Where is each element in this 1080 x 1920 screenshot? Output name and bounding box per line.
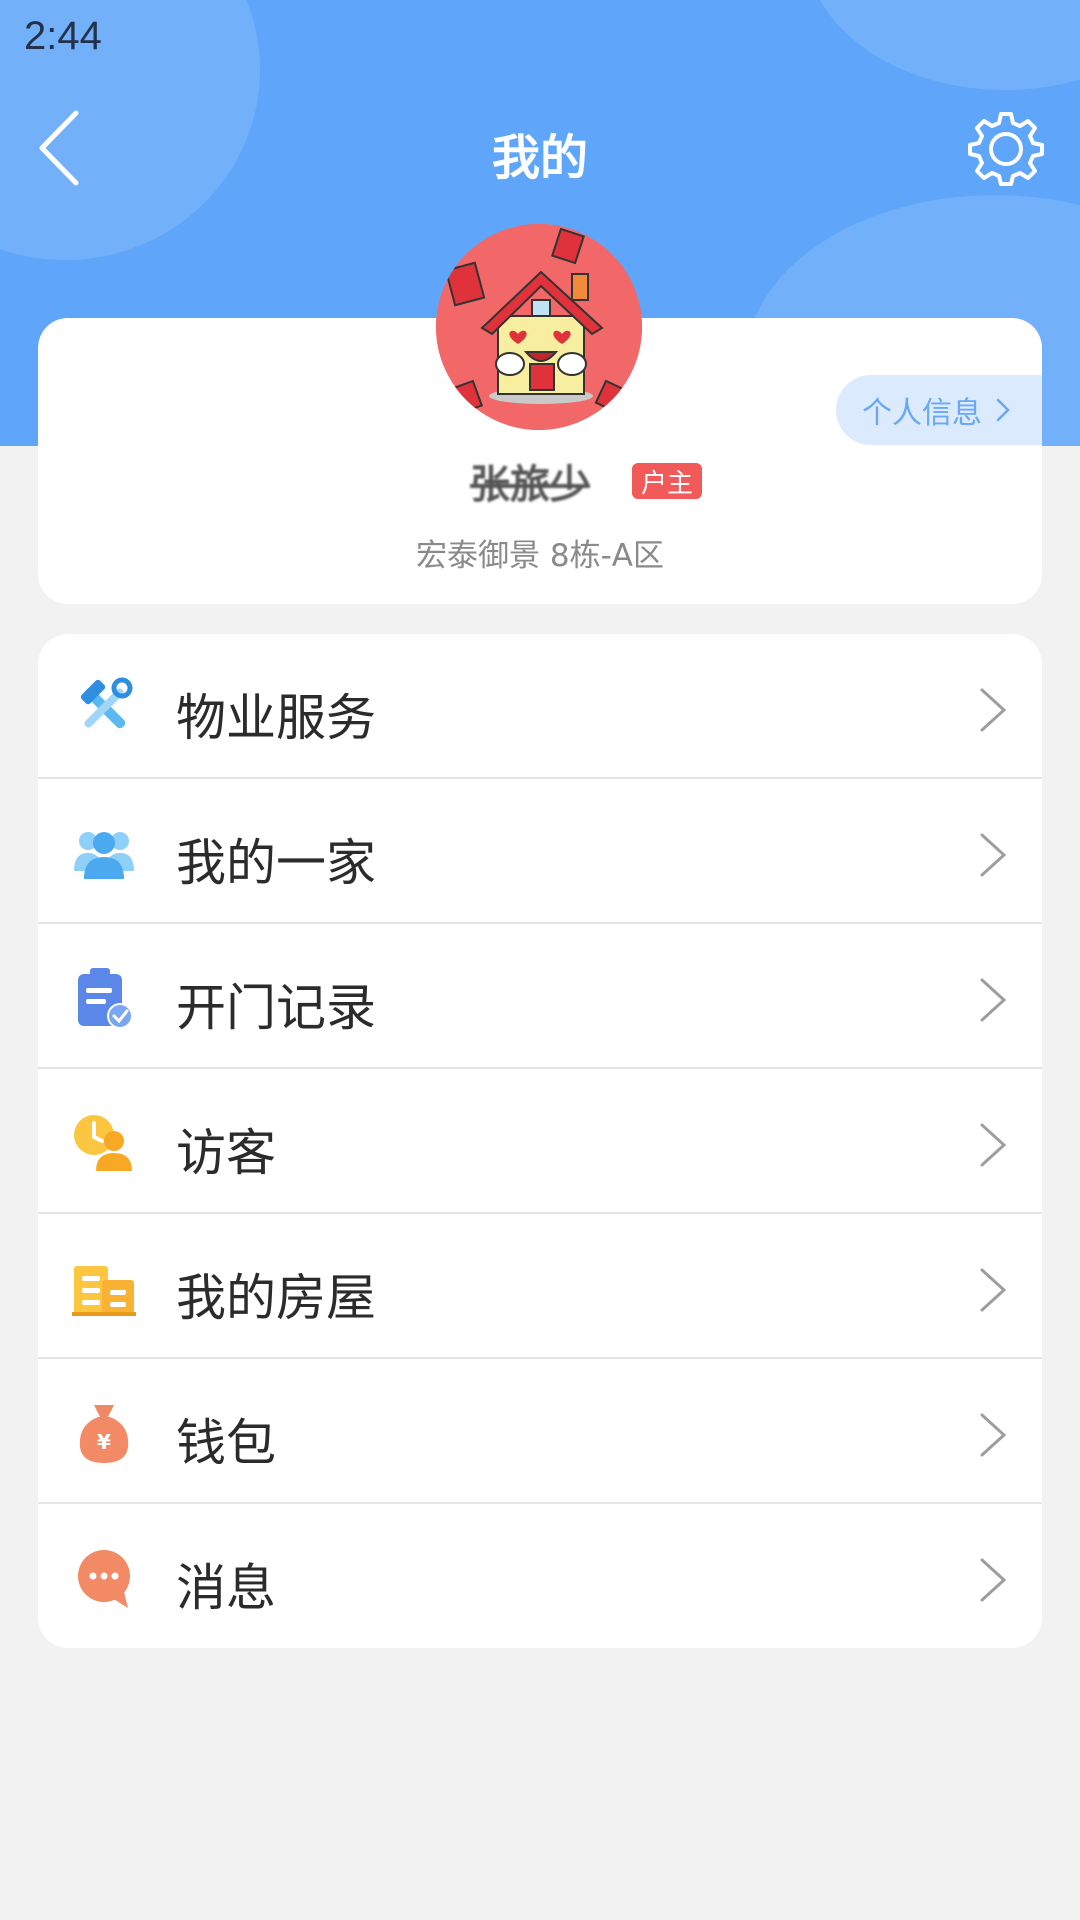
menu-item-visitors[interactable]: 访客: [38, 1069, 1042, 1214]
visitor-icon: [74, 1115, 132, 1171]
chevron-right-icon: [980, 1268, 1007, 1312]
page-title: 我的: [491, 130, 588, 186]
menu-item-label: 钱包: [176, 1414, 276, 1472]
user-address: 宏泰御景 8栋-A区: [416, 538, 664, 574]
chevron-right-icon: [980, 978, 1007, 1022]
status-bar-time: 2:44: [24, 14, 102, 58]
gear-icon: [968, 112, 1044, 186]
owner-badge: 户主: [632, 463, 702, 499]
house-icon: [72, 1266, 136, 1316]
tools-icon: [80, 677, 133, 729]
menu-item-label: 我的一家: [176, 834, 376, 892]
chevron-right-icon: [980, 1123, 1007, 1167]
menu-item-wallet[interactable]: ¥ 钱包: [38, 1359, 1042, 1504]
chevron-right-icon: [980, 833, 1007, 877]
menu-item-door-records[interactable]: 开门记录: [38, 924, 1042, 1069]
menu-item-label: 我的房屋: [176, 1269, 376, 1327]
chevron-right-icon: [980, 1558, 1007, 1602]
decorative-bubble: [805, 0, 1080, 90]
house-avatar-icon: [436, 224, 642, 430]
chevron-right-icon: [996, 398, 1010, 422]
door-record-icon: [78, 968, 133, 1029]
message-icon: [78, 1550, 130, 1608]
personal-info-button[interactable]: 个人信息: [836, 375, 1042, 445]
menu-list: 物业服务 我的一家 开门记录 访客 我的房屋 ¥ 钱包 消息: [38, 634, 1042, 1648]
menu-item-property-service[interactable]: 物业服务: [38, 634, 1042, 779]
menu-item-label: 开门记录: [176, 979, 376, 1037]
chevron-right-icon: [980, 688, 1007, 732]
personal-info-label: 个人信息: [862, 396, 982, 431]
menu-item-messages[interactable]: 消息: [38, 1504, 1042, 1648]
svg-text:¥: ¥: [97, 1430, 111, 1454]
chevron-right-icon: [980, 1413, 1007, 1457]
family-icon: [74, 832, 134, 879]
wallet-icon: ¥: [79, 1405, 129, 1463]
settings-button[interactable]: [966, 108, 1046, 188]
menu-item-label: 访客: [176, 1124, 276, 1182]
menu-item-my-house[interactable]: 我的房屋: [38, 1214, 1042, 1359]
menu-item-label: 消息: [176, 1559, 276, 1617]
menu-item-my-family[interactable]: 我的一家: [38, 779, 1042, 924]
avatar[interactable]: [436, 224, 642, 430]
menu-item-label: 物业服务: [176, 689, 376, 747]
user-name: 张旅少: [470, 462, 590, 508]
